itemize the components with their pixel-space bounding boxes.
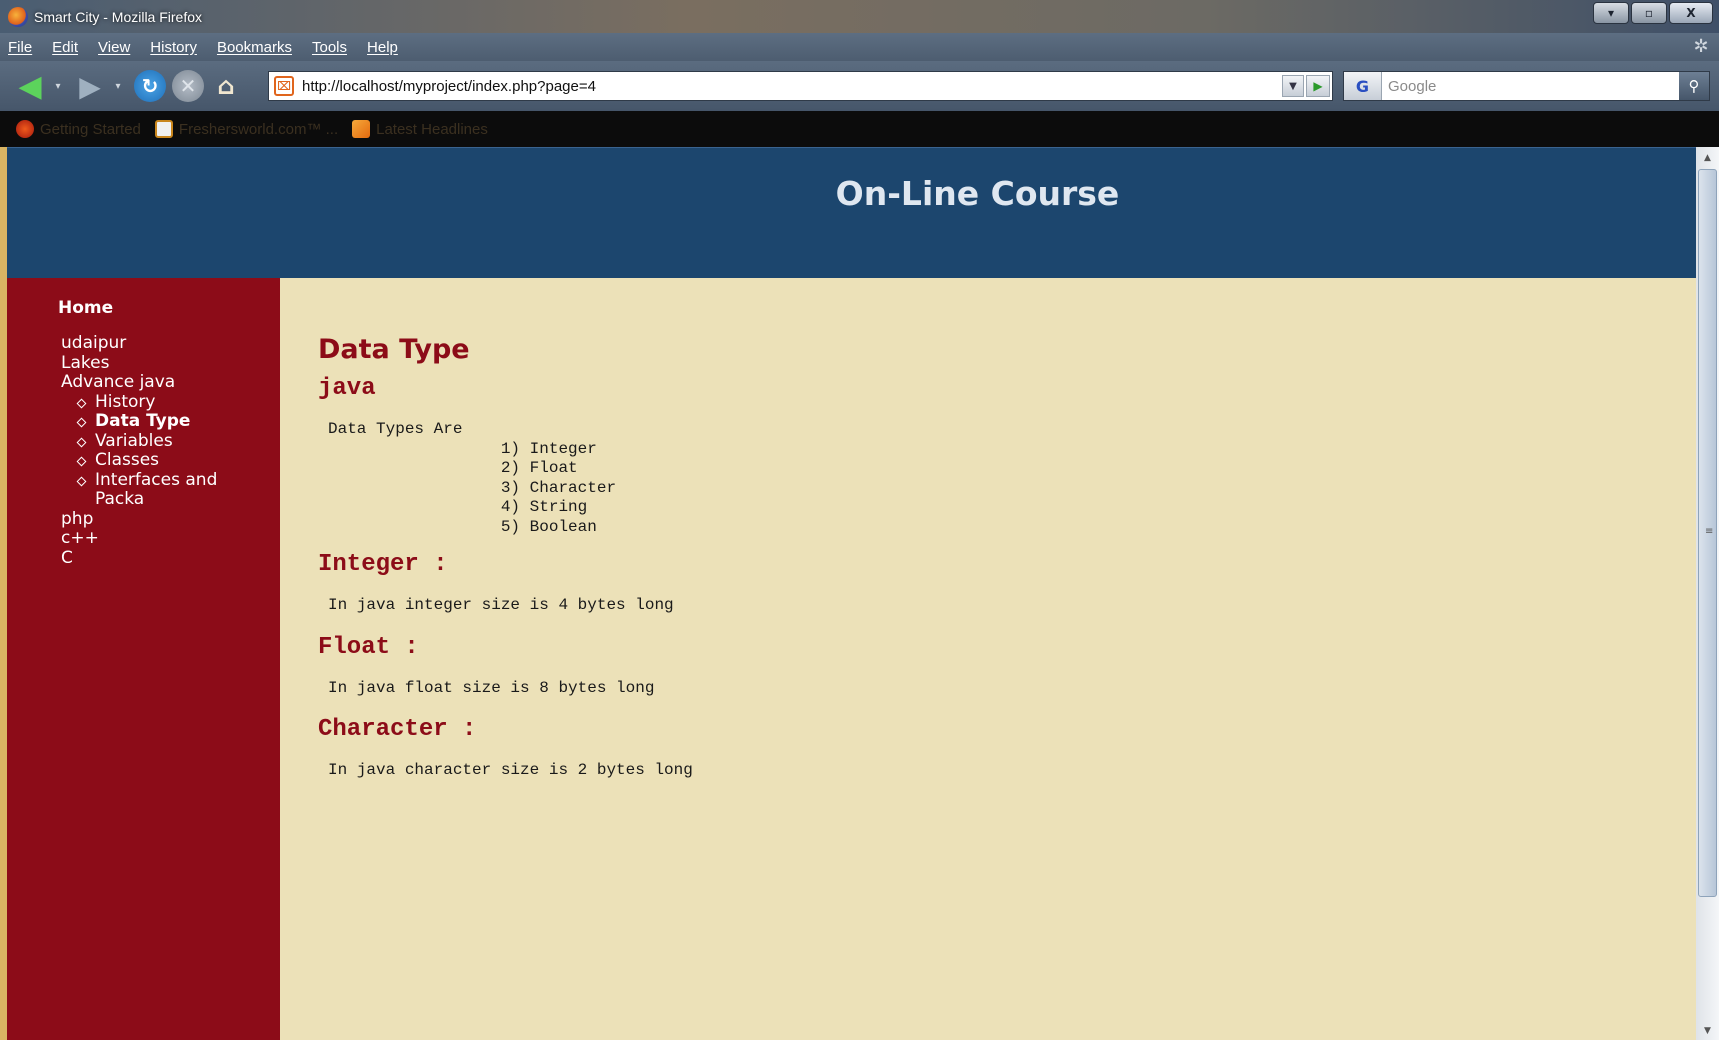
page-viewport: On-Line Course Home udaipur Lakes Advanc… bbox=[7, 147, 1696, 1040]
back-history-dropdown[interactable]: ▾ bbox=[52, 70, 64, 102]
menu-view[interactable]: View bbox=[98, 39, 130, 56]
window-controls: ▾ ▫ X bbox=[1593, 2, 1713, 24]
throbber-icon: ✲ bbox=[1693, 36, 1709, 57]
maximize-button[interactable]: ▫ bbox=[1631, 2, 1667, 24]
sidebar-item-lakes[interactable]: Lakes bbox=[61, 353, 237, 374]
section-heading-character: Character : bbox=[318, 716, 477, 743]
sidebar-item-php[interactable]: php bbox=[61, 509, 237, 530]
sidebar-subitem-interfaces[interactable]: Interfaces and Packa bbox=[77, 470, 237, 510]
scroll-up-button[interactable]: ▲ bbox=[1696, 149, 1719, 167]
menu-tools[interactable]: Tools bbox=[312, 39, 347, 56]
main-content: Data Type java Data Types Are 1) Integer… bbox=[318, 334, 1618, 781]
freshersworld-icon bbox=[154, 120, 173, 138]
menu-bookmarks[interactable]: Bookmarks bbox=[217, 39, 292, 56]
search-bar[interactable]: G Google ⚲ bbox=[1343, 71, 1710, 101]
site-title: On-Line Course bbox=[835, 174, 1120, 213]
scroll-thumb[interactable]: ≡ bbox=[1698, 169, 1717, 897]
search-input[interactable]: Google bbox=[1388, 78, 1436, 95]
go-button[interactable]: ▶ bbox=[1306, 75, 1330, 97]
bookmark-freshersworld[interactable]: Freshersworld.com™ ... bbox=[154, 120, 339, 138]
site-header: On-Line Course bbox=[7, 147, 1696, 278]
sidebar-item-advance-java: Advance java History Data Type Variables… bbox=[61, 372, 237, 510]
reload-button[interactable]: ↻ bbox=[134, 70, 166, 102]
sidebar-subitem-variables[interactable]: Variables bbox=[77, 431, 237, 452]
menu-help[interactable]: Help bbox=[367, 39, 398, 56]
menu-history[interactable]: History bbox=[150, 39, 197, 56]
bookmark-label: Freshersworld.com™ ... bbox=[178, 120, 339, 138]
close-button[interactable]: X bbox=[1669, 2, 1713, 24]
url-input[interactable]: http://localhost/myproject/index.php?pag… bbox=[302, 78, 596, 95]
back-button[interactable]: ◀ bbox=[14, 69, 46, 104]
menu-file[interactable]: File bbox=[8, 39, 32, 56]
window-titlebar: Smart City - Mozilla Firefox ▾ ▫ X bbox=[0, 0, 1719, 33]
url-bar[interactable]: ⌧ http://localhost/myproject/index.php?p… bbox=[268, 71, 1333, 101]
sidebar-item-home[interactable]: Home bbox=[58, 298, 113, 318]
section-heading-java: java bbox=[318, 375, 376, 402]
forward-history-dropdown[interactable]: ▾ bbox=[112, 70, 124, 102]
section-text-float: In java float size is 8 bytes long bbox=[328, 678, 655, 697]
sidebar-subitem-history[interactable]: History bbox=[77, 392, 237, 413]
scroll-down-button[interactable]: ▼ bbox=[1696, 1022, 1719, 1040]
vertical-scrollbar[interactable]: ▲ ≡ ▼ bbox=[1696, 147, 1719, 1040]
data-types-list: Data Types Are 1) Integer 2) Float 3) Ch… bbox=[328, 420, 617, 536]
bookmark-latest-headlines[interactable]: Latest Headlines bbox=[352, 120, 488, 138]
url-dropdown-button[interactable]: ▼ bbox=[1282, 75, 1304, 97]
sidebar-item-udaipur[interactable]: udaipur bbox=[61, 333, 237, 354]
sidebar-subitem-data-type[interactable]: Data Type bbox=[77, 411, 237, 432]
bookmark-getting-started[interactable]: Getting Started bbox=[16, 120, 141, 138]
scroll-grip-icon: ≡ bbox=[1705, 526, 1714, 537]
section-heading-float: Float : bbox=[318, 633, 419, 661]
sidebar-nav: udaipur Lakes Advance java History Data … bbox=[61, 333, 237, 569]
sidebar-item-advance-java-label[interactable]: Advance java bbox=[61, 372, 175, 392]
minimize-button[interactable]: ▾ bbox=[1593, 2, 1629, 24]
stop-button[interactable]: ✕ bbox=[172, 70, 204, 102]
bookmarks-toolbar: Getting Started Freshersworld.com™ ... L… bbox=[0, 111, 1719, 147]
forward-button[interactable]: ▶ bbox=[74, 70, 106, 103]
home-button[interactable]: ⌂ bbox=[210, 70, 242, 102]
bookmark-label: Getting Started bbox=[40, 120, 141, 138]
search-icon[interactable]: ⚲ bbox=[1679, 72, 1709, 100]
rss-icon bbox=[352, 120, 371, 138]
site-favicon-icon: ⌧ bbox=[274, 76, 294, 96]
section-heading-integer: Integer : bbox=[318, 551, 448, 578]
section-text-character: In java character size is 2 bytes long bbox=[328, 761, 693, 779]
sidebar: Home udaipur Lakes Advance java History … bbox=[7, 278, 280, 1040]
sidebar-subitem-classes[interactable]: Classes bbox=[77, 450, 237, 471]
page-heading: Data Type bbox=[318, 334, 470, 365]
search-engine-selector[interactable]: G bbox=[1344, 72, 1382, 100]
sidebar-item-cpp[interactable]: c++ bbox=[61, 528, 237, 549]
window-title: Smart City - Mozilla Firefox bbox=[34, 8, 203, 25]
navigation-toolbar: ◀ ▾ ▶ ▾ ↻ ✕ ⌂ ⌧ http://localhost/myproje… bbox=[0, 61, 1719, 111]
firefox-icon bbox=[8, 6, 28, 27]
sidebar-subnav: History Data Type Variables Classes Inte… bbox=[61, 392, 237, 510]
menu-edit[interactable]: Edit bbox=[52, 39, 78, 56]
firefox-bookmark-icon bbox=[16, 120, 34, 138]
menu-bar: File Edit View History Bookmarks Tools H… bbox=[0, 33, 1719, 61]
section-text-integer: In java integer size is 4 bytes long bbox=[328, 596, 674, 614]
bookmark-label: Latest Headlines bbox=[376, 120, 488, 138]
sidebar-item-c[interactable]: C bbox=[61, 548, 237, 569]
